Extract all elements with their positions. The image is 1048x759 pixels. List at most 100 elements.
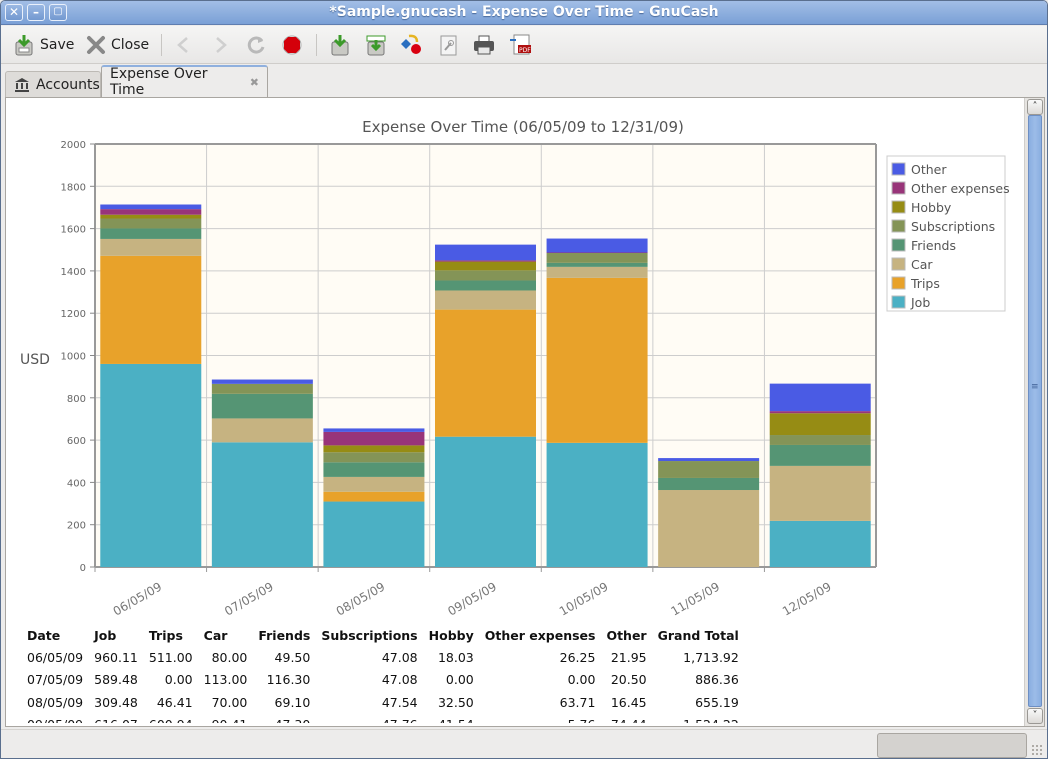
scroll-up-button[interactable]: ˄ xyxy=(1027,99,1043,115)
bar-segment-friends xyxy=(211,393,313,419)
bar-segment-subscriptions xyxy=(769,435,871,445)
column-header: Hobby xyxy=(428,627,474,643)
table-row: 08/05/09 309.48 46.41 70.00 69.10 47.54 32.50 6… xyxy=(23,691,746,714)
close-icon xyxy=(85,34,107,56)
import-button[interactable] xyxy=(329,31,351,59)
edit-report-button[interactable] xyxy=(437,31,459,59)
legend-swatch xyxy=(891,181,906,195)
table-cell: 18.03 xyxy=(437,649,474,665)
legend-item: Other xyxy=(891,162,947,177)
print-icon xyxy=(473,34,495,56)
status-progress-bar xyxy=(877,733,1027,758)
options-button[interactable] xyxy=(401,31,423,59)
svg-text:PDF: PDF xyxy=(519,47,531,54)
column-header: Subscriptions xyxy=(321,627,418,643)
legend-item: Hobby xyxy=(891,200,952,215)
table-cell: 49.50 xyxy=(274,649,311,665)
table-cell: 80.00 xyxy=(211,649,248,665)
column-header: Grand Total xyxy=(657,627,739,643)
bar-segment-job xyxy=(769,520,871,567)
edit-report-icon xyxy=(437,34,459,56)
table-cell: 70.00 xyxy=(211,694,248,710)
tab-expense-over-time-label: Expense Over Time xyxy=(110,66,208,98)
bar-segment-car xyxy=(546,266,648,278)
bar-segment-friends xyxy=(769,444,871,466)
bar-segment-other-expenses xyxy=(435,260,536,262)
forward-button[interactable] xyxy=(209,31,231,59)
close-label: Close xyxy=(111,37,150,53)
scrollbar-grip-icon: ≡ xyxy=(1031,382,1039,392)
legend-item: Trips xyxy=(891,276,940,291)
bar-segment-job xyxy=(211,442,313,567)
y-tick-label: 600 xyxy=(67,436,86,447)
x-tick-label: 10/05/09 xyxy=(557,579,611,618)
bar-segment-other xyxy=(658,458,760,462)
y-tick-label: 1000 xyxy=(61,352,86,363)
table-cell: 0.00 xyxy=(567,672,596,688)
legend-swatch xyxy=(891,200,906,214)
bar-segment-car xyxy=(211,418,313,443)
back-button[interactable] xyxy=(173,31,195,59)
close-tab-icon[interactable]: ✖ xyxy=(250,76,259,89)
bar-segment-job xyxy=(323,501,425,567)
x-tick-label: 11/05/09 xyxy=(668,579,722,618)
legend-label: Other xyxy=(911,162,947,177)
column-header: Friends xyxy=(258,627,311,643)
save-icon xyxy=(13,34,35,56)
y-axis-label: USD xyxy=(20,352,50,368)
table-cell: 06/05/09 xyxy=(27,649,84,665)
toolbar: Save Close PDF xyxy=(1,26,1047,64)
table-cell: 32.50 xyxy=(437,694,474,710)
save-button[interactable]: Save xyxy=(13,31,74,59)
vertical-scrollbar[interactable]: ˄ ≡ ˅ xyxy=(1024,98,1044,726)
table-cell: 0.00 xyxy=(445,672,474,688)
table-cell: 1,713.92 xyxy=(683,649,739,665)
legend-label: Car xyxy=(911,257,933,272)
bar-stack xyxy=(435,244,536,567)
bar-segment-other xyxy=(769,383,871,412)
stop-icon xyxy=(281,34,303,56)
y-tick-label: 200 xyxy=(67,521,86,532)
tab-expense-over-time[interactable]: Expense Over Time ✖ xyxy=(101,65,268,98)
legend-label: Hobby xyxy=(911,200,952,215)
pdf-export-button[interactable]: PDF xyxy=(509,31,531,59)
column-header: Car xyxy=(203,627,228,643)
bar-segment-car xyxy=(769,465,871,521)
close-button[interactable]: Close xyxy=(85,31,149,59)
bar-segment-friends xyxy=(435,280,536,291)
reload-icon xyxy=(245,34,267,56)
resize-grip[interactable] xyxy=(1031,744,1043,756)
bar-segment-job xyxy=(546,442,648,567)
y-tick-label: 1600 xyxy=(61,225,86,236)
bar-segment-car xyxy=(100,238,202,256)
y-tick-label: 1800 xyxy=(61,182,86,193)
table-cell: 886.36 xyxy=(695,672,739,688)
app-window: ✕ – ▢ *Sample.gnucash - Expense Over Tim… xyxy=(0,0,1048,759)
bar-segment-other xyxy=(546,238,648,253)
legend-label: Other expenses xyxy=(911,181,1010,196)
table-cell: 616.07 xyxy=(90,714,145,723)
scroll-down-button[interactable]: ˅ xyxy=(1027,708,1043,724)
table-cell: 0.00 xyxy=(164,672,193,688)
table-cell: 1,524.22 xyxy=(654,714,746,723)
legend-swatch xyxy=(891,162,906,176)
scrollbar-thumb[interactable]: ≡ xyxy=(1028,115,1042,707)
bar-segment-subscriptions xyxy=(323,452,425,463)
bar-segment-subscriptions xyxy=(100,218,202,229)
stop-button[interactable] xyxy=(281,31,303,59)
bar-segment-other-expenses xyxy=(323,431,425,446)
legend-item: Friends xyxy=(891,238,956,253)
print-button[interactable] xyxy=(473,31,495,59)
x-tick-label: 08/05/09 xyxy=(334,579,388,618)
column-header: Job xyxy=(94,627,117,643)
export-button[interactable] xyxy=(365,31,387,59)
back-icon xyxy=(173,34,195,56)
reload-button[interactable] xyxy=(245,31,267,59)
table-cell: 960.11 xyxy=(94,649,138,665)
bar-stack xyxy=(658,458,760,567)
y-tick-label: 800 xyxy=(67,394,86,405)
tab-accounts[interactable]: Accounts xyxy=(5,71,101,97)
y-tick-label: 0 xyxy=(80,563,86,574)
bar-segment-trips xyxy=(323,491,425,502)
table-cell: 309.48 xyxy=(94,694,138,710)
